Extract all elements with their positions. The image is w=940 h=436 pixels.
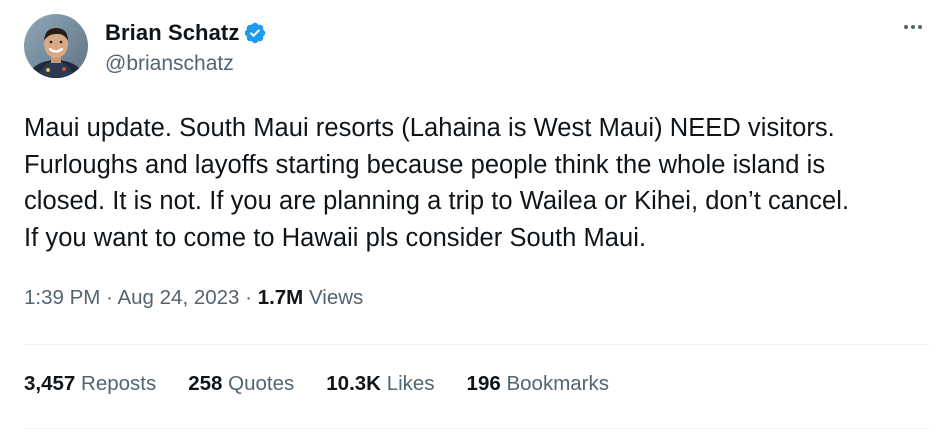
tweet-date[interactable]: Aug 24, 2023: [117, 286, 239, 309]
reposts-count: 3,457: [24, 372, 76, 395]
likes-label: Likes: [386, 372, 435, 395]
divider: [24, 344, 930, 345]
bookmarks-label: Bookmarks: [506, 372, 609, 395]
tweet: Brian Schatz @brianschatz Maui update. S…: [0, 0, 940, 436]
views-label: Views: [308, 286, 364, 309]
likes-stat[interactable]: 10.3K Likes: [326, 372, 434, 396]
verified-badge-icon[interactable]: [243, 21, 267, 45]
quotes-label: Quotes: [228, 372, 295, 395]
tweet-text-line: Furloughs and layoffs starting because p…: [24, 150, 826, 179]
tweet-text-line: closed. It is not. If you are planning a…: [24, 187, 850, 215]
divider: [24, 428, 930, 429]
avatar[interactable]: [24, 14, 88, 78]
quotes-count: 258: [188, 372, 223, 395]
reposts-stat[interactable]: 3,457 Reposts: [24, 372, 156, 396]
tweet-text-line: If you want to come to Hawaii pls consid…: [24, 223, 647, 252]
tweet-text-line: Maui update. South Maui resorts (Lahaina…: [24, 114, 835, 142]
display-name[interactable]: Brian Schatz: [105, 20, 239, 46]
tweet-header: Brian Schatz @brianschatz: [24, 14, 267, 78]
name-row: Brian Schatz: [105, 19, 267, 47]
likes-count: 10.3K: [326, 372, 381, 395]
engagement-stats: 3,457 Reposts 258 Quotes 10.3K Likes 196…: [24, 372, 641, 396]
bookmarks-count: 196: [466, 372, 501, 395]
tweet-text: Maui update. South Maui resorts (Lahaina…: [24, 110, 924, 256]
tweet-meta: 1:39 PM · Aug 24, 2023 · 1.7M Views: [24, 286, 363, 310]
reposts-label: Reposts: [81, 372, 157, 395]
avatar-image: [24, 14, 88, 78]
author-names: Brian Schatz @brianschatz: [105, 19, 267, 76]
quotes-stat[interactable]: 258 Quotes: [188, 372, 294, 396]
meta-separator: ·: [245, 286, 252, 309]
handle[interactable]: @brianschatz: [105, 52, 267, 76]
views-count[interactable]: 1.7M: [258, 286, 304, 309]
meta-separator: ·: [106, 286, 113, 309]
tweet-time[interactable]: 1:39 PM: [24, 286, 100, 309]
bookmarks-stat[interactable]: 196 Bookmarks: [467, 372, 609, 396]
more-horizontal-icon: [904, 25, 922, 29]
more-options-button[interactable]: [900, 14, 926, 40]
